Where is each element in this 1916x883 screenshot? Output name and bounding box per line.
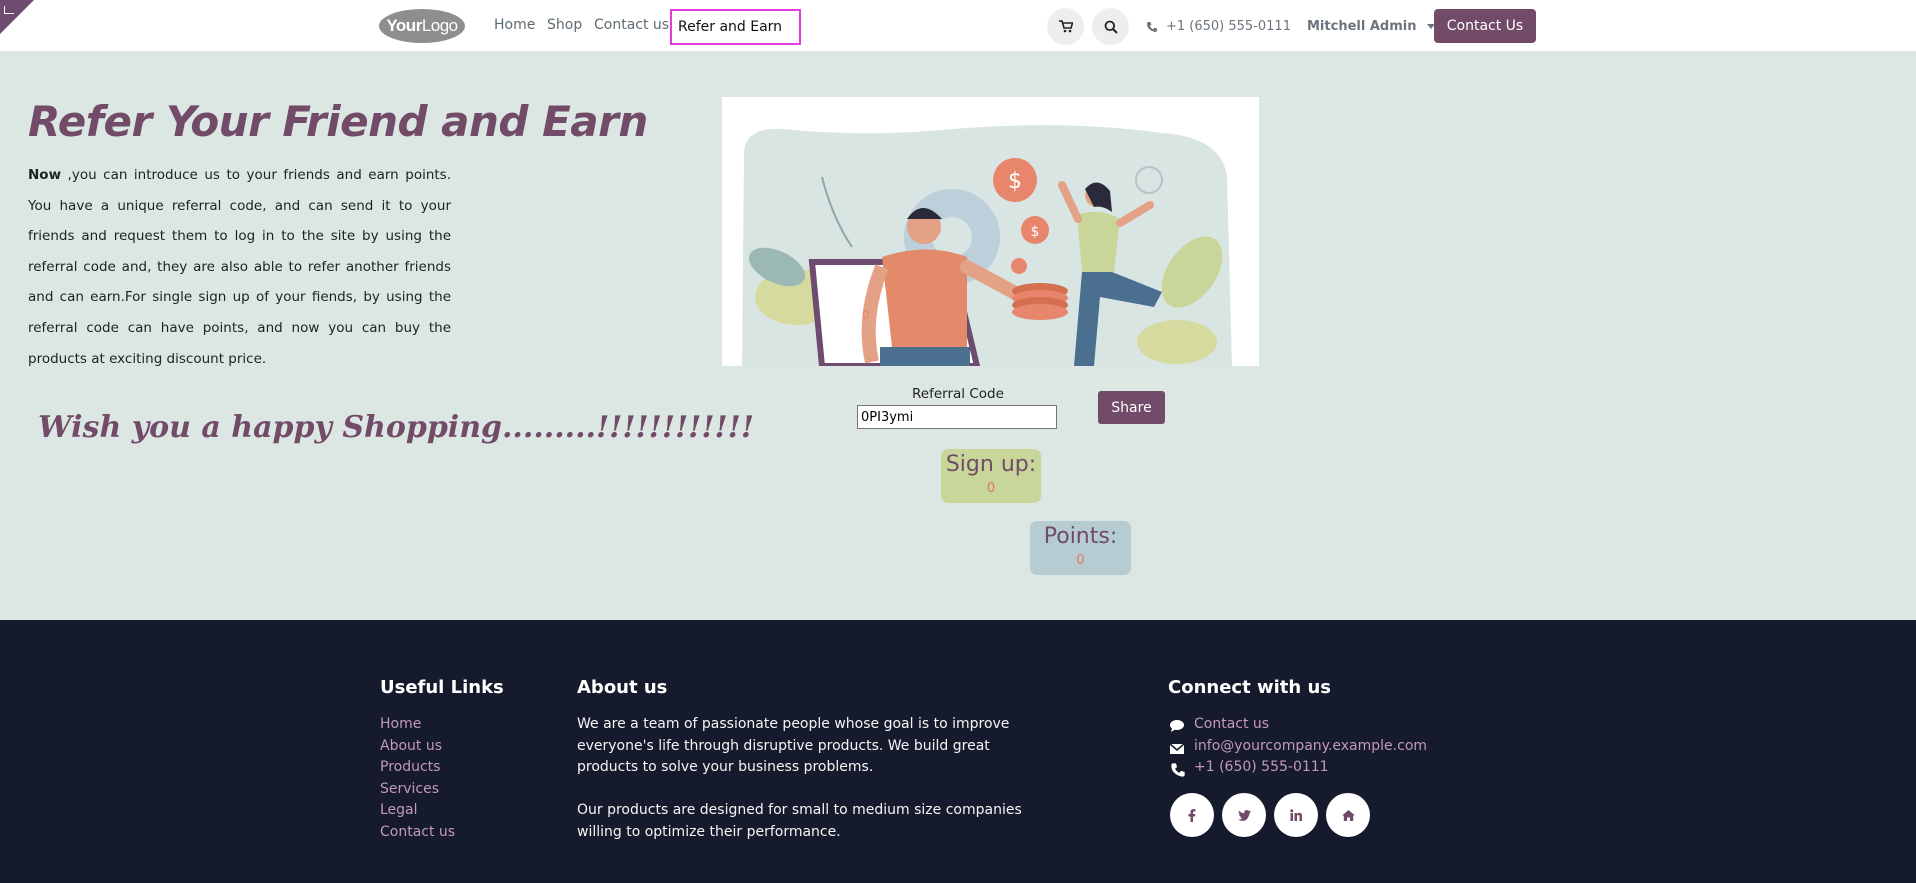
- connect-heading: Connect with us: [1168, 677, 1331, 698]
- user-name: Mitchell Admin: [1307, 19, 1417, 34]
- illustration-art: $ $ 0: [742, 125, 1232, 366]
- refer-illustration: $ $ 0: [722, 97, 1259, 366]
- header-phone[interactable]: +1 (650) 555-0111: [1146, 19, 1291, 34]
- nav-shop[interactable]: Shop: [547, 17, 582, 33]
- footer-link-legal[interactable]: Legal: [380, 802, 418, 818]
- points-card: Points: 0: [1030, 521, 1131, 575]
- comment-icon: [1170, 720, 1184, 732]
- linkedin-button[interactable]: [1274, 793, 1318, 837]
- cart-button[interactable]: [1047, 8, 1084, 45]
- twitter-button[interactable]: [1222, 793, 1266, 837]
- about-heading: About us: [577, 677, 668, 698]
- nav-refer-and-earn[interactable]: Refer and Earn: [670, 9, 801, 45]
- logo-text-thin: Logo: [421, 16, 458, 35]
- footer-phone-icon: [1171, 763, 1185, 777]
- about-paragraph-1: We are a team of passionate people whose…: [577, 716, 1010, 776]
- page-title: Refer Your Friend and Earn: [28, 97, 648, 146]
- signup-count: 0: [986, 481, 996, 496]
- referral-code-label: Referral Code: [912, 386, 1004, 402]
- connect-email-link[interactable]: info@yourcompany.example.com: [1194, 738, 1427, 754]
- nav-home[interactable]: Home: [494, 17, 535, 33]
- referral-code-input[interactable]: [857, 405, 1057, 429]
- footer-link-about[interactable]: About us: [380, 738, 442, 754]
- share-button[interactable]: Share: [1098, 391, 1165, 424]
- home-icon: [1341, 809, 1355, 821]
- contact-us-button[interactable]: Contact Us: [1434, 9, 1536, 43]
- intro-bold: Now: [28, 167, 62, 183]
- corner-arrow-icon: [4, 6, 14, 14]
- site-footer: Useful Links Home About us Products Serv…: [0, 620, 1916, 883]
- search-icon: [1104, 20, 1118, 34]
- signup-card: Sign up: 0: [941, 449, 1041, 503]
- useful-links-heading: Useful Links: [380, 677, 504, 698]
- footer-link-contact[interactable]: Contact us: [380, 824, 455, 840]
- intro-text: ,you can introduce us to your friends an…: [28, 167, 451, 367]
- twitter-icon: [1237, 809, 1251, 821]
- footer-link-products[interactable]: Products: [380, 759, 440, 775]
- connect-contact-link[interactable]: Contact us: [1194, 716, 1269, 732]
- points-label: Points:: [1043, 524, 1118, 549]
- footer-link-services[interactable]: Services: [380, 781, 439, 797]
- svg-text:$: $: [1008, 169, 1022, 194]
- envelope-icon: [1169, 743, 1185, 754]
- intro-paragraph: Now ,you can introduce us to your friend…: [28, 160, 451, 374]
- signup-label: Sign up:: [945, 452, 1037, 477]
- home-button[interactable]: [1326, 793, 1370, 837]
- points-count: 0: [1076, 553, 1085, 568]
- phone-icon: [1147, 21, 1157, 32]
- site-header: Your Logo Home Shop Contact us Refer and …: [0, 0, 1916, 52]
- user-menu[interactable]: Mitchell Admin: [1307, 19, 1435, 34]
- linkedin-icon: [1290, 809, 1302, 821]
- cart-icon: [1058, 20, 1073, 33]
- connect-phone-link[interactable]: +1 (650) 555-0111: [1194, 759, 1329, 775]
- search-button[interactable]: [1092, 8, 1129, 45]
- about-paragraph-2: Our products are designed for small to m…: [577, 802, 1022, 840]
- facebook-button[interactable]: [1170, 793, 1214, 837]
- svg-text:$: $: [1031, 224, 1040, 240]
- logo-text-bold: Your: [386, 16, 422, 35]
- nav-contact-us[interactable]: Contact us: [594, 17, 669, 33]
- facebook-icon: [1188, 808, 1196, 822]
- site-logo[interactable]: Your Logo: [379, 9, 465, 43]
- footer-link-home[interactable]: Home: [380, 716, 421, 732]
- illustration-digit: 0: [862, 308, 870, 322]
- wish-message: Wish you a happy Shopping.........!!!!!!…: [38, 410, 755, 445]
- header-phone-text: +1 (650) 555-0111: [1166, 19, 1291, 34]
